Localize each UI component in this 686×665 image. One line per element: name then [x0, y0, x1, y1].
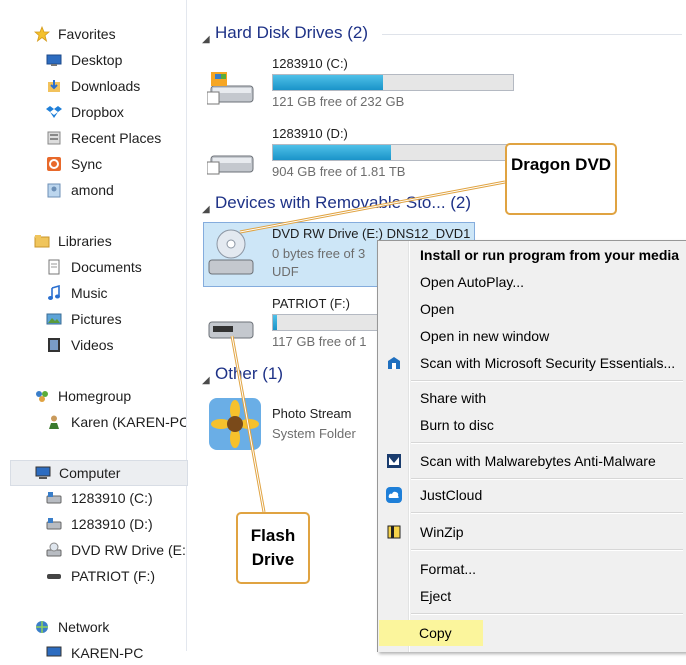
sync-icon	[47, 157, 61, 171]
desktop-icon	[46, 54, 62, 66]
menu-separator	[411, 613, 683, 615]
nav-item-desktop[interactable]: Desktop	[0, 48, 186, 72]
nav-item-music[interactable]: Music	[0, 281, 186, 305]
hard-drive-icon	[46, 518, 62, 530]
network-icon	[36, 621, 48, 633]
menu-item-scan-malwarebytes[interactable]: Scan with Malwarebytes Anti-Malware	[380, 448, 685, 474]
nav-network[interactable]: Network	[0, 615, 186, 639]
justcloud-icon	[386, 487, 402, 503]
menu-item-burn-to-disc[interactable]: Burn to disc	[380, 412, 685, 438]
nav-favorites[interactable]: Favorites	[0, 22, 186, 46]
collapse-triangle-icon[interactable]: ◢	[202, 369, 210, 393]
downloads-icon	[48, 80, 60, 92]
pc-icon	[46, 646, 62, 657]
dropbox-icon	[46, 106, 62, 118]
menu-item-justcloud[interactable]: JustCloud	[380, 482, 685, 508]
usage-fill	[273, 75, 383, 90]
collapse-triangle-icon[interactable]: ◢	[202, 198, 210, 222]
context-menu: Install or run program from your media O…	[377, 240, 686, 652]
hard-drive-icon	[207, 72, 254, 105]
nav-item-recent-places[interactable]: Recent Places	[0, 126, 186, 150]
menu-item-open[interactable]: Open	[380, 296, 685, 322]
documents-icon	[48, 259, 60, 275]
dvd-drive-icon	[208, 229, 254, 275]
callout-dragon-dvd: Dragon DVD	[505, 143, 617, 215]
usage-fill	[273, 315, 277, 330]
nav-libraries[interactable]: Libraries	[0, 229, 186, 253]
menu-item-winzip[interactable]: WinZip	[380, 519, 685, 545]
computer-icon	[35, 466, 51, 479]
winzip-icon	[387, 525, 401, 539]
menu-item-install-or-run[interactable]: Install or run program from your media	[380, 242, 685, 268]
menu-item-format[interactable]: Format...	[380, 556, 685, 582]
user-folder-icon	[47, 183, 61, 198]
usage-fill	[273, 145, 391, 160]
menu-separator	[411, 549, 683, 551]
user-icon	[49, 415, 59, 429]
nav-item-documents[interactable]: Documents	[0, 255, 186, 279]
photo-stream-icon	[209, 398, 261, 450]
nav-computer[interactable]: Computer	[10, 460, 188, 486]
menu-separator	[411, 478, 683, 480]
menu-item-open-autoplay[interactable]: Open AutoPlay...	[380, 269, 685, 295]
menu-item-open-new-window[interactable]: Open in new window	[380, 323, 685, 349]
nav-item-videos[interactable]: Videos	[0, 333, 186, 357]
recent-places-icon	[47, 131, 61, 145]
hard-drive-icon	[46, 492, 62, 504]
menu-item-scan-mse[interactable]: Scan with Microsoft Security Essentials.…	[380, 350, 685, 376]
menu-separator	[411, 380, 683, 382]
nav-item-pictures[interactable]: Pictures	[0, 307, 186, 331]
music-icon	[48, 285, 60, 300]
menu-separator	[411, 512, 683, 514]
usb-drive-icon	[47, 574, 61, 579]
drive-c-tile[interactable]: 1283910 (C:) 121 GB free of 232 GB	[187, 52, 686, 112]
nav-item-drive-c[interactable]: 1283910 (C:)	[0, 486, 186, 510]
nav-item-karen[interactable]: Karen (KAREN-PC	[0, 410, 186, 434]
group-divider	[382, 34, 682, 35]
homegroup-icon	[36, 391, 48, 402]
security-essentials-icon	[388, 357, 400, 369]
pictures-icon	[46, 313, 62, 325]
nav-item-karen-pc[interactable]: KAREN-PC	[0, 641, 186, 665]
nav-item-drive-d[interactable]: 1283910 (D:)	[0, 512, 186, 536]
patriot-usage-bar	[272, 314, 384, 331]
videos-icon	[48, 338, 60, 352]
libraries-icon	[34, 235, 50, 248]
drive-c-usage-bar	[272, 74, 514, 91]
nav-item-downloads[interactable]: Downloads	[0, 74, 186, 98]
usb-drive-icon	[208, 321, 254, 339]
nav-item-amond[interactable]: amond	[0, 178, 186, 202]
callout-flash-drive: Flash Drive	[236, 512, 310, 584]
nav-item-dropbox[interactable]: Dropbox	[0, 100, 186, 124]
dvd-drive-icon	[46, 542, 62, 557]
star-icon	[34, 26, 50, 42]
navigation-pane: Favorites Desktop Downloads Dropbox Rece…	[0, 0, 188, 661]
collapse-triangle-icon[interactable]: ◢	[202, 28, 210, 52]
menu-item-copy[interactable]: Copy	[379, 620, 483, 646]
nav-homegroup[interactable]: Homegroup	[0, 384, 186, 408]
menu-item-eject[interactable]: Eject	[380, 583, 685, 609]
hard-drive-icon	[207, 155, 254, 175]
nav-item-patriot[interactable]: PATRIOT (F:)	[0, 564, 186, 588]
nav-item-sync[interactable]: Sync	[0, 152, 186, 176]
menu-item-share-with[interactable]: Share with	[380, 385, 685, 411]
nav-item-dvd-drive[interactable]: DVD RW Drive (E:	[0, 538, 186, 562]
drive-d-usage-bar	[272, 144, 514, 161]
malwarebytes-icon	[387, 454, 401, 468]
menu-separator	[411, 442, 683, 444]
